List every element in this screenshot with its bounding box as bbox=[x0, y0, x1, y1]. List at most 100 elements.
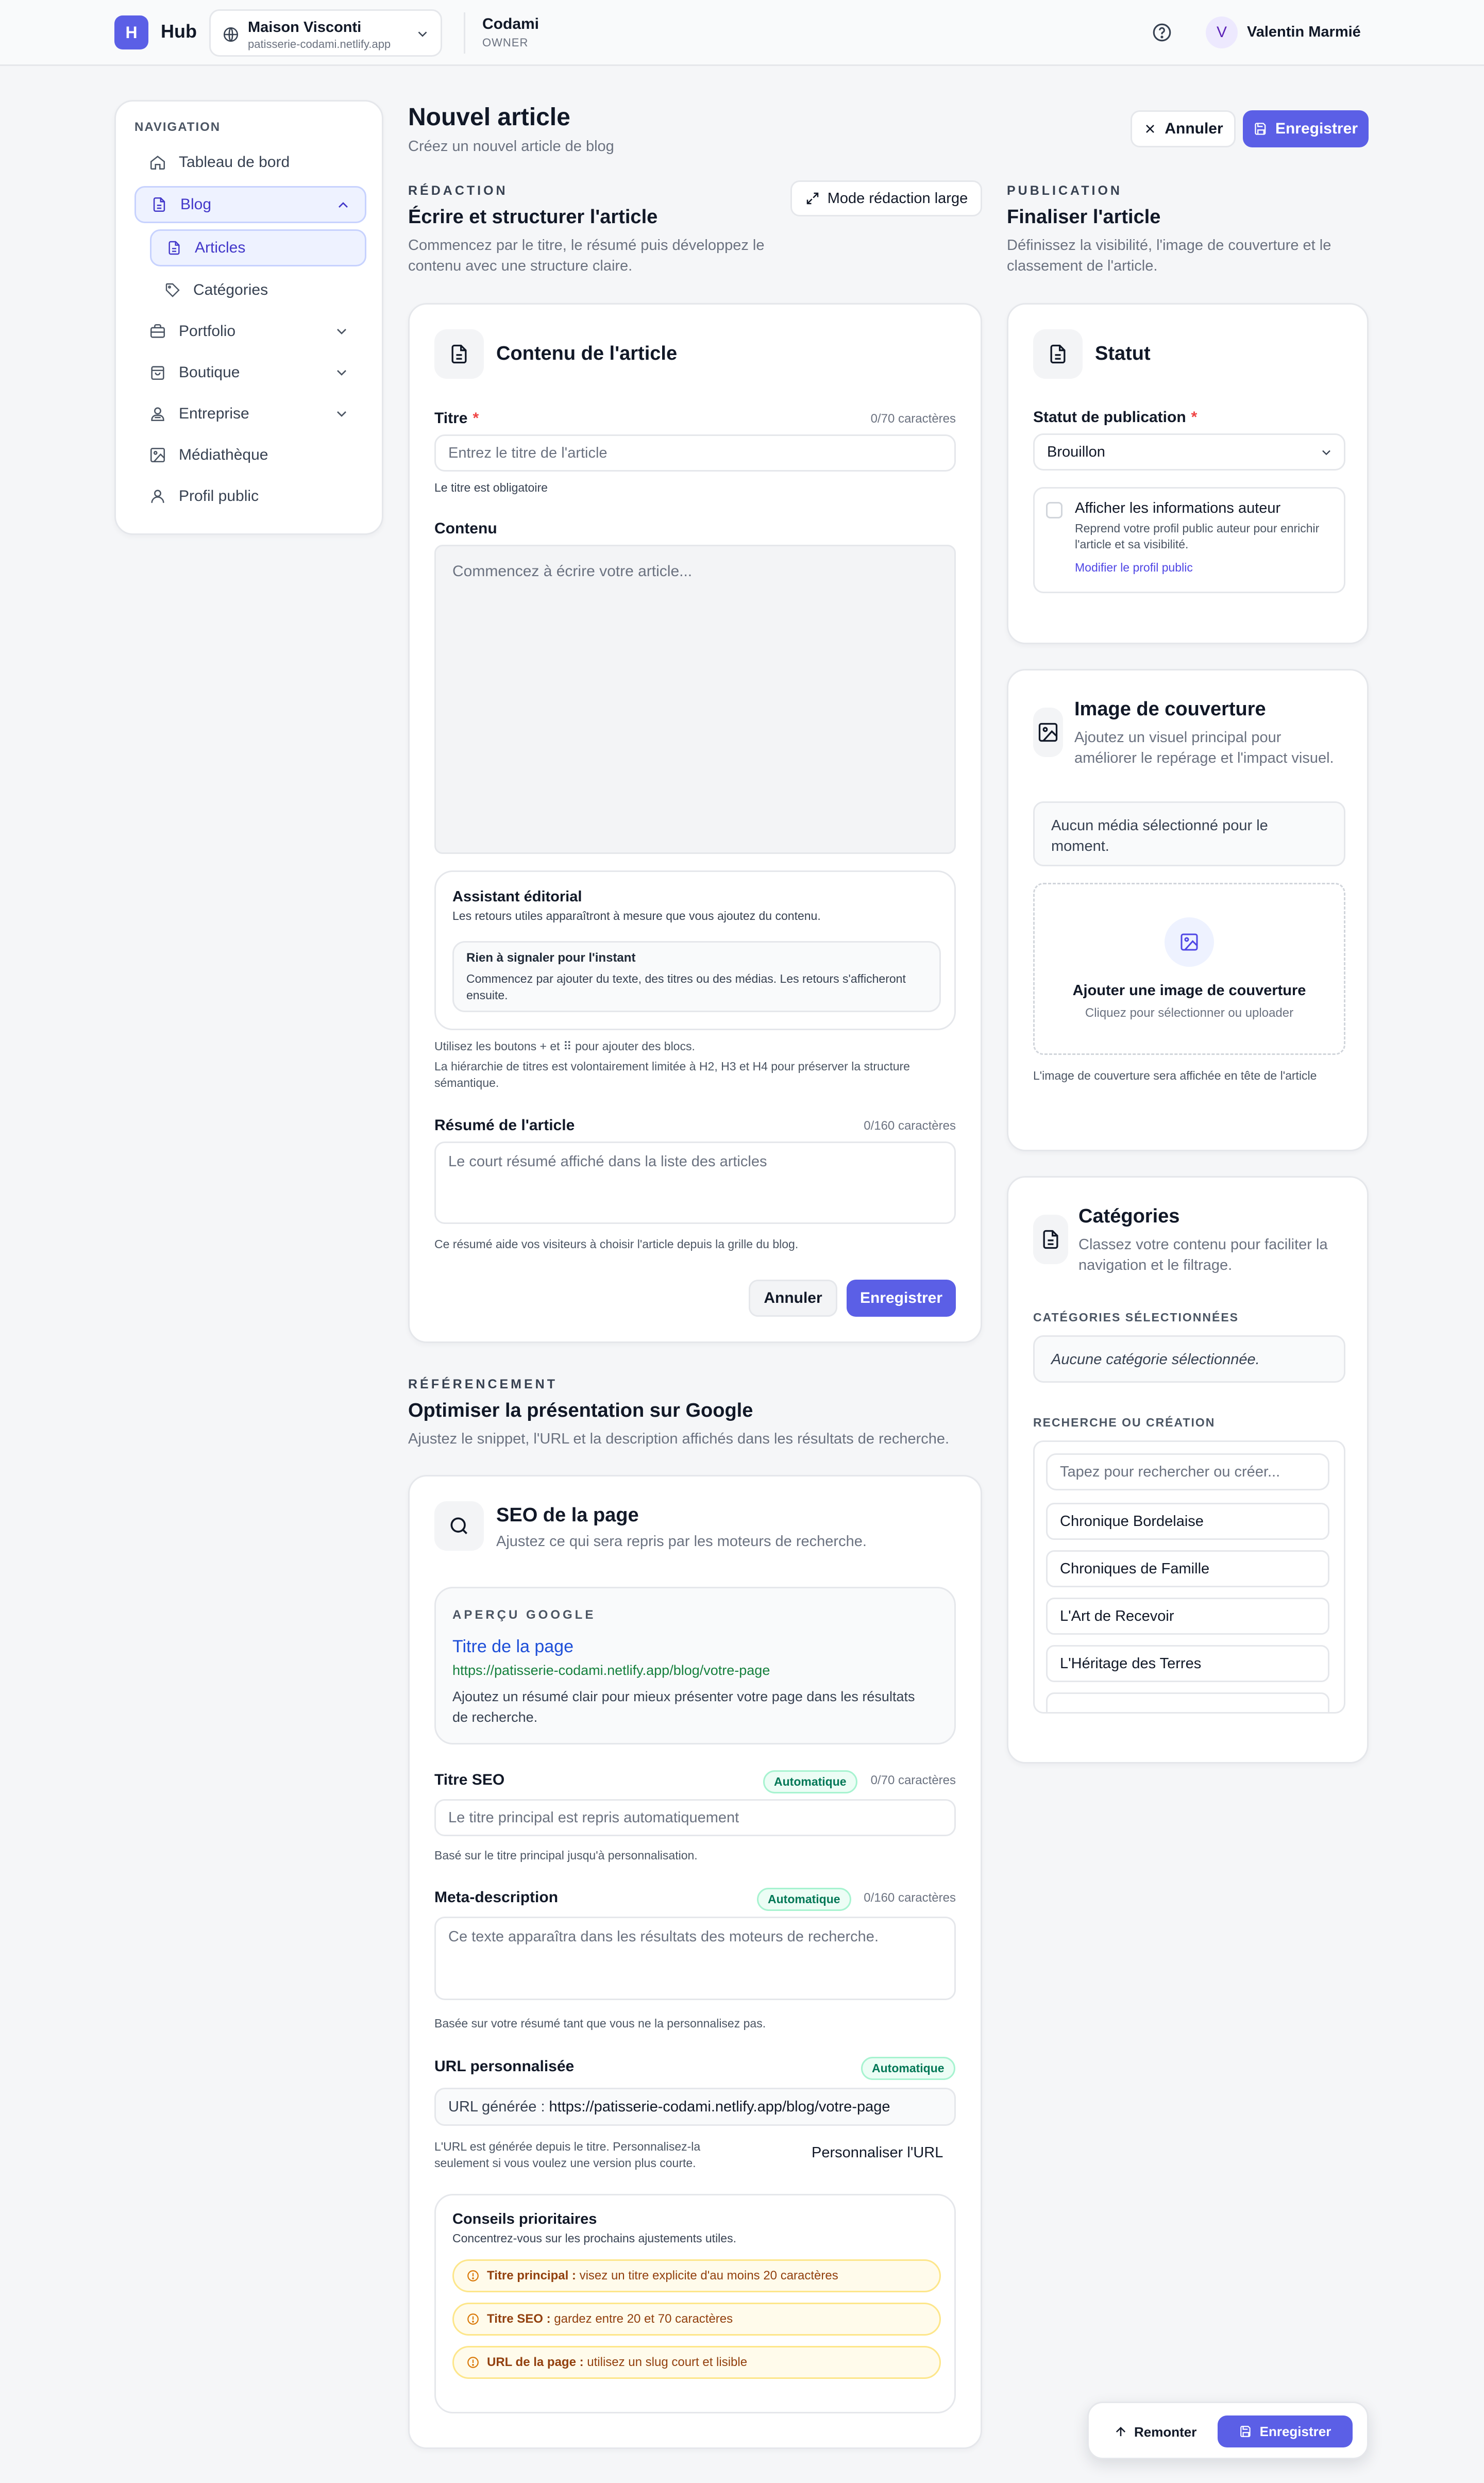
tag-icon bbox=[165, 283, 180, 297]
url-help: L'URL est générée depuis le titre. Perso… bbox=[434, 2140, 701, 2170]
customize-url-button[interactable]: Personnaliser l'URL bbox=[812, 2144, 943, 2161]
categories-card: Catégories Classez votre contenu pour fa… bbox=[1007, 1176, 1369, 1764]
sidebar-item-blog[interactable]: Blog bbox=[134, 186, 366, 223]
user-name[interactable]: Valentin Marmié bbox=[1247, 24, 1361, 41]
user-avatar[interactable]: V bbox=[1206, 16, 1238, 48]
publication-title: Finaliser l'article bbox=[1007, 206, 1161, 228]
seo-title-input-field[interactable] bbox=[448, 1809, 942, 1826]
app-logo[interactable]: H bbox=[114, 15, 148, 49]
meta-label: Meta-description bbox=[434, 1889, 559, 1906]
close-icon bbox=[1146, 125, 1155, 133]
url-generated: URL générée : https://patisserie-codami.… bbox=[434, 2088, 956, 2126]
seo-card: SEO de la page Ajustez ce qui sera repri… bbox=[408, 1475, 982, 2449]
sidebar-item-media[interactable]: Médiathèque bbox=[134, 437, 366, 474]
globe-icon bbox=[222, 26, 240, 43]
sidebar-item-portfolio[interactable]: Portfolio bbox=[134, 313, 366, 350]
sidebar-item-public-profile[interactable]: Profil public bbox=[134, 478, 366, 515]
cover-dropzone[interactable]: Ajouter une image de couverture Cliquez … bbox=[1033, 883, 1345, 1055]
content-editor[interactable]: Commencez à écrire votre article... bbox=[434, 545, 956, 854]
required-mark: * bbox=[1191, 409, 1198, 426]
status-value: Brouillon bbox=[1047, 443, 1105, 460]
category-option-partial[interactable] bbox=[1046, 1692, 1329, 1712]
category-search-field[interactable] bbox=[1060, 1463, 1316, 1481]
content-cancel-button[interactable]: Annuler bbox=[749, 1280, 837, 1317]
status-select[interactable]: Brouillon bbox=[1033, 433, 1345, 471]
scroll-top-button[interactable]: Remonter bbox=[1114, 2419, 1196, 2445]
meta-textarea[interactable] bbox=[434, 1917, 956, 2000]
document-icon bbox=[1043, 1230, 1058, 1249]
author-option: Afficher les informations auteur Reprend… bbox=[1033, 487, 1345, 593]
save-icon bbox=[1240, 2426, 1251, 2437]
title-input-field[interactable] bbox=[448, 444, 942, 462]
chevron-down-icon bbox=[1322, 450, 1330, 456]
category-search-input[interactable] bbox=[1046, 1453, 1329, 1490]
sidebar-item-dashboard[interactable]: Tableau de bord bbox=[134, 144, 366, 181]
content-card-icon bbox=[434, 329, 484, 379]
content-save-button[interactable]: Enregistrer bbox=[847, 1280, 956, 1317]
title-label-text: Titre bbox=[434, 410, 468, 427]
sidebar-item-shop[interactable]: Boutique bbox=[134, 354, 366, 391]
seo-title-help: Basé sur le titre principal jusqu'à pers… bbox=[434, 1849, 698, 1862]
header-cancel-button[interactable]: Annuler bbox=[1131, 110, 1236, 147]
floating-save-label: Enregistrer bbox=[1259, 2423, 1331, 2439]
summary-textarea-field[interactable] bbox=[448, 1153, 942, 1210]
summary-label: Résumé de l'article bbox=[434, 1117, 575, 1134]
author-desc: Reprend votre profil public auteur pour … bbox=[1075, 522, 1320, 551]
cover-card-title: Image de couverture bbox=[1074, 698, 1266, 720]
sidebar-item-company[interactable]: Entreprise bbox=[134, 395, 366, 432]
meta-auto-badge: Automatique bbox=[757, 1888, 851, 1911]
sidebar-item-categories[interactable]: Catégories bbox=[150, 272, 366, 309]
category-option[interactable]: L'Héritage des Terres bbox=[1046, 1645, 1329, 1682]
image-icon bbox=[150, 447, 165, 463]
seo-title-input[interactable] bbox=[434, 1799, 956, 1836]
tips-title: Conseils prioritaires bbox=[452, 2211, 597, 2227]
meta-help: Basée sur votre résumé tant que vous ne … bbox=[434, 2017, 766, 2030]
status-card: Statut Statut de publication * Brouillon … bbox=[1007, 303, 1369, 644]
help-icon[interactable] bbox=[1151, 22, 1173, 43]
content-placeholder: Commencez à écrire votre article... bbox=[452, 563, 693, 580]
url-prefix: URL générée : bbox=[448, 2098, 545, 2115]
wide-mode-button[interactable]: Mode rédaction large bbox=[790, 180, 982, 216]
bag-icon bbox=[151, 366, 164, 380]
users-icon bbox=[151, 407, 164, 422]
content-card: Contenu de l'article Titre * 0/70 caractè… bbox=[408, 303, 982, 1343]
chevron-up-icon bbox=[339, 202, 348, 208]
title-input[interactable] bbox=[434, 434, 956, 472]
seo-title-counter: 0/70 caractères bbox=[870, 1773, 956, 1787]
save-label: Enregistrer bbox=[1275, 120, 1358, 137]
dropzone-desc: Cliquez pour sélectionner ou uploader bbox=[1085, 1006, 1294, 1020]
seo-section-title: Optimiser la présentation sur Google bbox=[408, 1400, 753, 1421]
header-save-button[interactable]: Enregistrer bbox=[1243, 110, 1369, 147]
cover-card: Image de couverture Ajoutez un visuel pr… bbox=[1007, 669, 1369, 1151]
category-option[interactable]: Chronique Bordelaise bbox=[1046, 1503, 1329, 1540]
sidebar-item-articles[interactable]: Articles bbox=[150, 229, 366, 266]
meta-textarea-field[interactable] bbox=[448, 1928, 942, 1985]
selected-categories-box: Aucune catégorie sélectionnée. bbox=[1033, 1335, 1345, 1383]
author-checkbox[interactable] bbox=[1046, 502, 1063, 518]
summary-textarea[interactable] bbox=[434, 1142, 956, 1224]
tip-text: utilisez un slug court et lisible bbox=[587, 2355, 748, 2369]
cover-card-subtitle: Ajoutez un visuel principal pour amélior… bbox=[1074, 729, 1334, 766]
tip-item: Titre SEO : gardez entre 20 et 70 caract… bbox=[452, 2303, 941, 2336]
publication-description: Définissez la visibilité, l'image de cou… bbox=[1007, 237, 1331, 274]
app-name: Hub bbox=[161, 21, 197, 42]
category-option[interactable]: L'Art de Recevoir bbox=[1046, 1598, 1329, 1635]
google-preview: APERÇU GOOGLE Titre de la page https://p… bbox=[434, 1587, 956, 1744]
url-auto-badge: Automatique bbox=[861, 2057, 955, 2080]
workspace-switcher[interactable]: Maison Visconti patisserie-codami.netlif… bbox=[209, 9, 442, 57]
url-label: URL personnalisée bbox=[434, 2058, 575, 2075]
redaction-title: Écrire et structurer l'article bbox=[408, 206, 658, 228]
redaction-eyebrow: RÉDACTION bbox=[408, 183, 508, 198]
category-option[interactable]: Chroniques de Famille bbox=[1046, 1550, 1329, 1587]
content-label: Contenu bbox=[434, 520, 497, 537]
document-icon bbox=[451, 344, 467, 364]
publication-eyebrow: PUBLICATION bbox=[1007, 183, 1122, 198]
image-icon bbox=[1038, 723, 1058, 742]
workspace-name: Maison Visconti bbox=[248, 19, 362, 36]
alert-circle-icon bbox=[467, 2357, 479, 2368]
edit-public-profile-link[interactable]: Modifier le profil public bbox=[1075, 561, 1193, 575]
sidebar-heading: NAVIGATION bbox=[134, 120, 221, 134]
search-create-heading: RECHERCHE OU CRÉATION bbox=[1033, 1416, 1216, 1429]
floating-save-button[interactable]: Enregistrer bbox=[1218, 2415, 1353, 2447]
sidebar-item-label: Médiathèque bbox=[179, 446, 268, 463]
